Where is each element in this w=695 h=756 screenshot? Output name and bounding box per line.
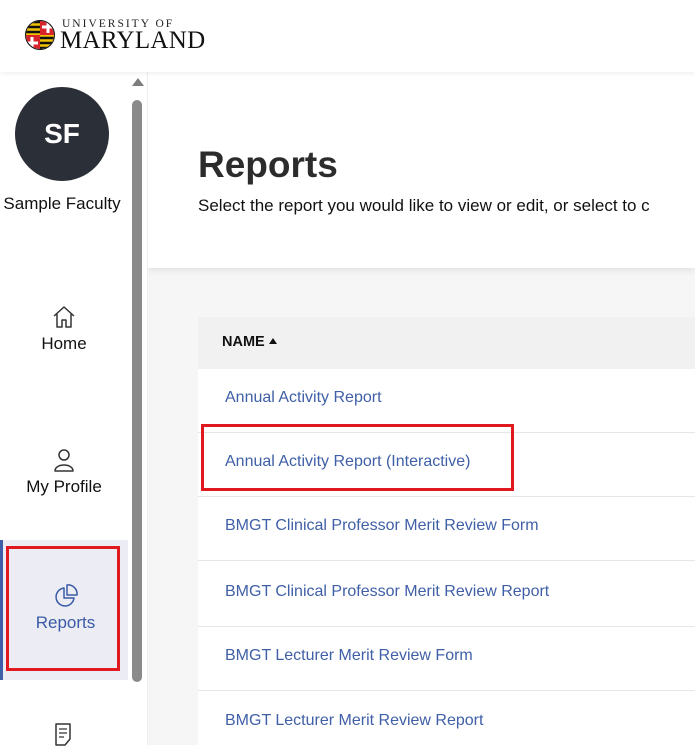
table-row: BMGT Clinical Professor Merit Review Rep… — [198, 563, 695, 627]
sidebar-item-my-profile[interactable]: My Profile — [0, 447, 128, 497]
main-content: Reports Select the report you would like… — [148, 72, 695, 745]
report-link[interactable]: BMGT Clinical Professor Merit Review For… — [225, 517, 539, 535]
scrollbar-thumb[interactable] — [132, 100, 142, 682]
avatar[interactable]: SF — [15, 87, 109, 181]
sidebar-item-home[interactable]: Home — [0, 304, 128, 354]
logo-text-maryland: MARYLAND — [60, 27, 206, 54]
report-link[interactable]: Annual Activity Report (Interactive) — [225, 453, 470, 471]
column-header-name[interactable]: NAME — [222, 334, 277, 350]
scroll-up-arrow-icon[interactable] — [132, 78, 144, 86]
sidebar-scrollbar[interactable] — [130, 72, 144, 745]
sidebar-item-next[interactable] — [0, 722, 128, 752]
page-header: Reports Select the report you would like… — [148, 72, 695, 268]
table-header: NAME — [198, 317, 695, 369]
maryland-seal-icon — [25, 20, 55, 50]
table-row: BMGT Lecturer Merit Review Report — [198, 692, 695, 756]
home-icon — [53, 306, 75, 328]
report-link[interactable]: Annual Activity Report — [225, 389, 382, 407]
report-link[interactable]: BMGT Clinical Professor Merit Review Rep… — [225, 583, 549, 601]
sort-ascending-icon — [268, 338, 277, 344]
reports-table: NAME Annual Activity Report Annual Activ… — [198, 317, 695, 745]
sidebar-item-label: Reports — [35, 613, 96, 632]
user-icon — [54, 449, 74, 472]
sidebar-item-reports[interactable]: Reports — [0, 540, 128, 680]
sidebar-item-label: Home — [41, 334, 87, 353]
table-row: Annual Activity Report (Interactive) — [198, 433, 695, 497]
pie-chart-icon — [54, 584, 78, 607]
sidebar-item-label: My Profile — [26, 477, 102, 496]
page-title: Reports — [198, 144, 338, 185]
document-icon — [55, 723, 71, 746]
report-link[interactable]: BMGT Lecturer Merit Review Form — [225, 647, 473, 665]
university-logo[interactable]: UNIVERSITY OF MARYLAND — [24, 18, 206, 54]
sidebar: SF Sample Faculty Home My Profile Report… — [0, 72, 148, 746]
column-header-label: NAME — [222, 334, 265, 350]
report-link[interactable]: BMGT Lecturer Merit Review Report — [225, 712, 483, 730]
table-row: BMGT Lecturer Merit Review Form — [198, 627, 695, 691]
table-row: BMGT Clinical Professor Merit Review For… — [198, 497, 695, 561]
top-bar: UNIVERSITY OF MARYLAND — [0, 0, 695, 72]
table-row: Annual Activity Report — [198, 369, 695, 433]
page-subtitle: Select the report you would like to view… — [198, 196, 650, 215]
user-name: Sample Faculty — [3, 194, 121, 213]
